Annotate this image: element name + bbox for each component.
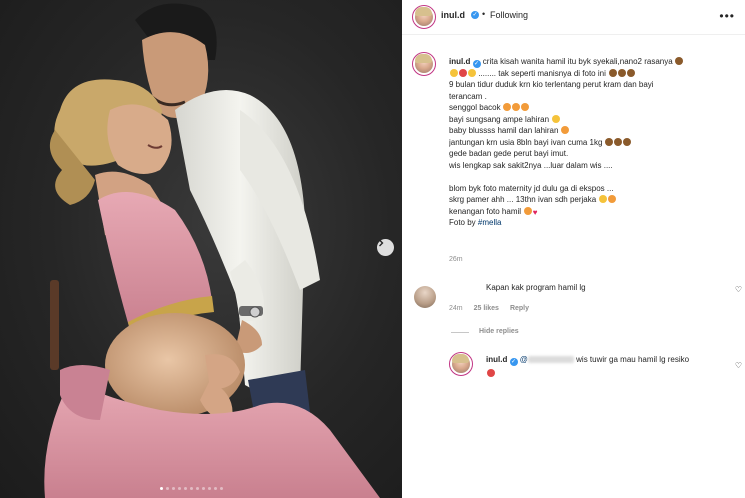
comment-timestamp[interactable]: 24m	[449, 305, 463, 312]
emoji-icon	[467, 68, 476, 77]
emoji-icon	[675, 57, 684, 65]
hide-replies-button[interactable]: Hide replies	[479, 328, 519, 335]
caption-line: bayi sungsang ampe lahiran	[449, 114, 550, 124]
carousel-dot	[190, 487, 193, 490]
hashtag-link[interactable]: #mella	[478, 218, 502, 227]
maternity-photo	[44, 3, 381, 498]
caption-line: baby blussss hamil dan lahiran	[449, 126, 559, 135]
emoji-icon	[626, 68, 635, 77]
divider	[451, 332, 469, 333]
caption-line: 9 bulan tidur duduk krn kio terlentang p…	[449, 80, 654, 89]
carousel-dot	[202, 487, 205, 490]
like-reply-heart-icon[interactable]: ♡	[735, 361, 742, 370]
comment-text: Kapan kak program hamil lg	[486, 283, 586, 292]
emoji-icon	[523, 206, 532, 215]
emoji-icon	[551, 114, 560, 123]
commenter-avatar[interactable]	[414, 286, 436, 308]
reply-emoji-row	[486, 368, 495, 378]
emoji-icon	[561, 126, 570, 134]
caption-line: ........ tak seperti manisnya di foto in…	[478, 68, 606, 78]
carousel-dot	[166, 487, 169, 490]
caption-line: jantungan krn usia 8bln bayi ivan cuma 1…	[449, 137, 603, 147]
verified-badge-icon: ✓	[509, 358, 518, 366]
author-avatar[interactable]	[412, 5, 436, 29]
reply-text: wis tuwir ga mau hamil lg resiko	[576, 355, 690, 364]
verified-badge-icon: ✓	[472, 60, 481, 68]
more-options-icon[interactable]: •••	[719, 9, 735, 23]
carousel-dot	[178, 487, 181, 490]
carousel-next-button[interactable]	[377, 239, 394, 256]
follow-status[interactable]: Following	[490, 10, 528, 20]
carousel-dot	[208, 487, 211, 490]
heart-emoji-icon: ♥	[532, 207, 538, 217]
carousel-dot	[220, 487, 223, 490]
chevron-right-icon	[379, 239, 384, 247]
reply-button[interactable]: Reply	[510, 305, 529, 312]
caption-line: kenangan foto hamil	[449, 206, 522, 216]
blurred-mention	[527, 356, 574, 363]
emoji-icon	[503, 103, 512, 111]
emoji-icon	[617, 68, 626, 77]
emoji-icon	[608, 68, 617, 77]
caption-line: crita kisah wanita hamil itu byk syekali…	[482, 57, 673, 66]
caption-line: gede badan gede perut bayi imut.	[449, 149, 569, 158]
emoji-icon	[486, 369, 495, 377]
caption-line: senggol bacok	[449, 103, 501, 112]
post-header: inul.d ✓ • Following •••	[402, 0, 745, 35]
separator-dot: •	[482, 9, 486, 19]
mention-prefix[interactable]: @	[520, 355, 528, 364]
author-username[interactable]: inul.d	[441, 10, 465, 20]
reply-text-line: inul.d ✓ @ wis tuwir ga mau hamil lg res…	[486, 355, 689, 366]
emoji-icon	[512, 103, 521, 111]
emoji-icon	[458, 68, 467, 77]
carousel-dot	[160, 487, 163, 490]
emoji-icon	[598, 195, 607, 203]
emoji-icon	[521, 103, 530, 111]
post-timestamp[interactable]: 26m	[449, 256, 463, 263]
caption-username[interactable]: inul.d	[449, 57, 470, 66]
carousel-dot	[172, 487, 175, 490]
post-details-panel: inul.d ✓ • Following ••• inul.d ✓ crita …	[402, 0, 745, 498]
post-media[interactable]	[0, 0, 402, 498]
caption-line: skrg pamer ahh ... 13thn ivan sdh perjak…	[449, 195, 597, 204]
caption-line: blom byk foto maternity jd dulu ga di ek…	[449, 183, 614, 193]
caption-line: Foto by	[449, 218, 476, 227]
caption-line: terancam .	[449, 91, 487, 101]
emoji-icon	[449, 68, 458, 77]
like-comment-heart-icon[interactable]: ♡	[735, 285, 742, 294]
emoji-icon	[607, 195, 616, 203]
verified-badge-icon: ✓	[471, 11, 479, 19]
reply-author-avatar[interactable]	[449, 352, 473, 376]
caption-author-avatar[interactable]	[412, 52, 436, 76]
post-caption: inul.d ✓ crita kisah wanita hamil itu by…	[449, 56, 734, 229]
carousel-dot	[214, 487, 217, 490]
carousel-dot	[196, 487, 199, 490]
emoji-icon	[605, 137, 614, 146]
emoji-icon	[623, 137, 632, 146]
caption-line: wis lengkap sak sakit2nya ...luar dalam …	[449, 160, 613, 170]
carousel-dot	[184, 487, 187, 490]
caption-line	[449, 171, 734, 183]
emoji-icon	[614, 137, 623, 146]
carousel-indicator	[160, 487, 223, 490]
comment-likes[interactable]: 25 likes	[474, 305, 499, 312]
comment-meta: 24m 25 likes Reply	[449, 305, 529, 312]
reply-username[interactable]: inul.d	[486, 355, 507, 364]
